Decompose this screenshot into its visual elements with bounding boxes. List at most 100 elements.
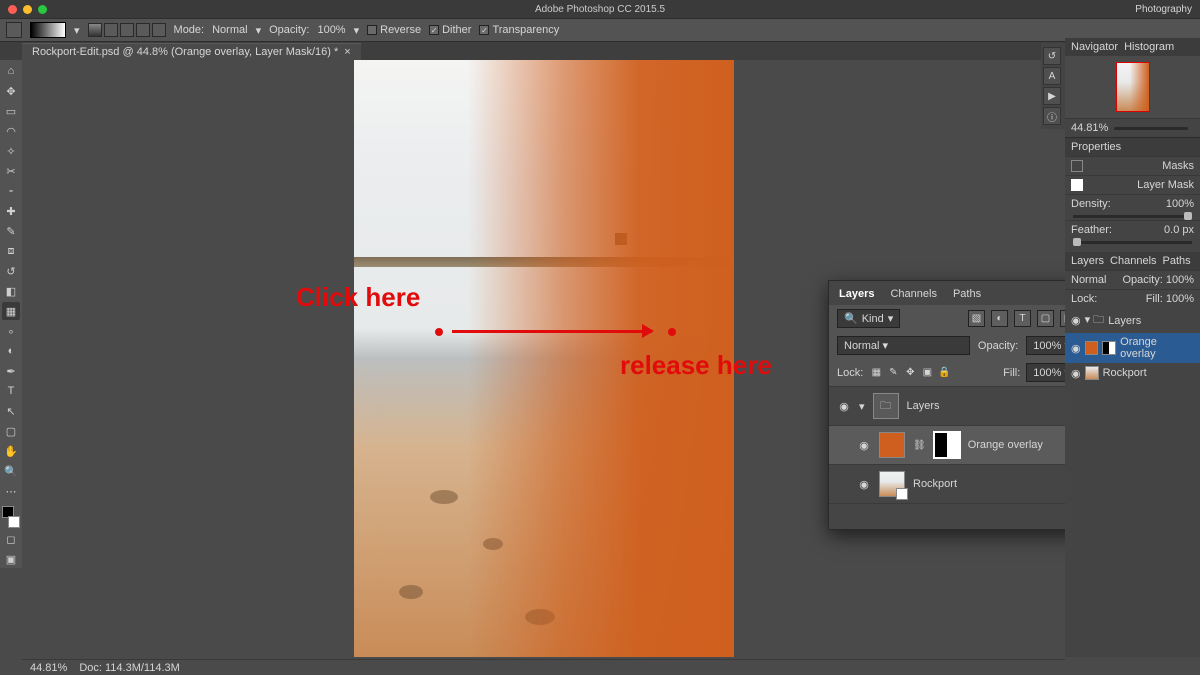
workspace-switcher[interactable]: Photography (1135, 4, 1192, 15)
lock-image-icon[interactable]: ✎ (886, 366, 900, 380)
history-brush-tool-icon[interactable]: ↺ (2, 262, 20, 280)
tab-layers[interactable]: Layers (1071, 255, 1104, 267)
slider-handle[interactable] (1184, 212, 1192, 220)
actions-panel-icon[interactable]: ▶ (1043, 87, 1061, 105)
zoom-tool-icon[interactable]: 🔍 (2, 462, 20, 480)
lock-all-icon[interactable]: 🔒 (937, 366, 951, 380)
edit-toolbar-icon[interactable]: ⋯ (2, 482, 20, 500)
info-panel-icon[interactable]: ⓘ (1043, 107, 1061, 125)
layer-name[interactable]: Rockport (913, 478, 957, 490)
properties-section-header[interactable]: Properties (1065, 137, 1200, 156)
link-icon[interactable]: ⛓ (913, 440, 926, 451)
move-tool-icon[interactable]: ✥ (2, 82, 20, 100)
dodge-tool-icon[interactable]: ◐ (2, 342, 20, 360)
lock-transparent-icon[interactable]: ▦ (869, 366, 883, 380)
hand-tool-icon[interactable]: ✋ (2, 442, 20, 460)
mini-layer-row[interactable]: ◉Orange overlay (1065, 333, 1200, 363)
tab-navigator[interactable]: Navigator (1071, 41, 1118, 53)
filter-adjustment-icon[interactable]: ◐ (991, 310, 1008, 327)
gradient-preview[interactable] (30, 22, 66, 38)
quick-mask-icon[interactable]: ◻ (2, 530, 20, 548)
status-zoom[interactable]: 44.81% (30, 662, 67, 674)
shape-tool-icon[interactable]: ▢ (2, 422, 20, 440)
mini-fill-value[interactable]: 100% (1166, 293, 1194, 305)
filter-pixel-icon[interactable]: ▧ (968, 310, 985, 327)
lasso-tool-icon[interactable]: ◠ (2, 122, 20, 140)
zoom-slider[interactable] (1114, 127, 1188, 130)
background-color-swatch[interactable] (8, 516, 20, 528)
healing-brush-tool-icon[interactable]: ✚ (2, 202, 20, 220)
chevron-down-icon[interactable]: ▾ (74, 24, 80, 37)
layer-thumbnail[interactable] (879, 432, 905, 458)
home-icon[interactable]: ⌂ (2, 62, 20, 80)
type-panel-icon[interactable]: A (1043, 67, 1061, 85)
magic-wand-tool-icon[interactable]: ✧ (2, 142, 20, 160)
close-tab-icon[interactable]: × (344, 46, 350, 58)
blur-tool-icon[interactable]: ∘ (2, 322, 20, 340)
layer-mask-thumbnail[interactable] (934, 432, 960, 458)
filter-type-icon[interactable]: T (1014, 310, 1031, 327)
opacity-value[interactable]: 100% (317, 24, 345, 36)
chevron-down-icon[interactable]: ▾ (354, 24, 360, 37)
filter-shape-icon[interactable]: ▢ (1037, 310, 1054, 327)
radial-gradient-icon[interactable] (104, 23, 118, 37)
blend-mode-dropdown[interactable]: Normal ▾ (837, 336, 970, 355)
density-slider[interactable] (1073, 215, 1192, 218)
tab-paths[interactable]: Paths (953, 288, 981, 300)
foreground-background-colors[interactable] (0, 506, 22, 528)
mode-dropdown[interactable]: Normal (212, 24, 247, 36)
mini-blend-value[interactable]: Normal (1071, 274, 1106, 286)
document-tab[interactable]: Rockport-Edit.psd @ 44.8% (Orange overla… (22, 43, 361, 60)
visibility-toggle-icon[interactable]: ◉ (1071, 367, 1081, 380)
tab-channels[interactable]: Channels (890, 288, 936, 300)
eyedropper-tool-icon[interactable]: ⁃ (2, 182, 20, 200)
chevron-down-icon[interactable]: ▾ (859, 400, 865, 413)
layer-thumbnail[interactable] (879, 471, 905, 497)
visibility-toggle-icon[interactable]: ◉ (1071, 314, 1081, 327)
layer-row[interactable]: ◉ Rockport (829, 464, 1085, 503)
reverse-checkbox[interactable]: Reverse (367, 24, 421, 36)
navigator-zoom[interactable]: 44.81% (1071, 122, 1108, 134)
visibility-toggle-icon[interactable]: ◉ (837, 400, 851, 413)
layer-group-name[interactable]: Layers (907, 400, 940, 412)
path-selection-tool-icon[interactable]: ↖ (2, 402, 20, 420)
layer-name[interactable]: Orange overlay (968, 439, 1043, 451)
filter-kind-dropdown[interactable]: 🔍Kind ▾ (837, 309, 900, 328)
visibility-toggle-icon[interactable]: ◉ (857, 478, 871, 491)
crop-tool-icon[interactable]: ✂ (2, 162, 20, 180)
lock-artboard-icon[interactable]: ▣ (920, 366, 934, 380)
visibility-toggle-icon[interactable]: ◉ (1071, 342, 1081, 355)
diamond-gradient-icon[interactable] (152, 23, 166, 37)
linear-gradient-icon[interactable] (88, 23, 102, 37)
history-panel-icon[interactable]: ↺ (1043, 47, 1061, 65)
transparency-checkbox[interactable]: ✓Transparency (479, 24, 559, 36)
feather-slider[interactable] (1073, 241, 1192, 244)
screen-mode-icon[interactable]: ▣ (2, 550, 20, 568)
tab-layers[interactable]: Layers (839, 288, 874, 300)
type-tool-icon[interactable]: T (2, 382, 20, 400)
tool-preset-icon[interactable] (6, 22, 22, 38)
chevron-down-icon[interactable]: ▾ (256, 24, 262, 37)
eraser-tool-icon[interactable]: ◧ (2, 282, 20, 300)
visibility-toggle-icon[interactable]: ◉ (857, 439, 871, 452)
lock-position-icon[interactable]: ✥ (903, 366, 917, 380)
slider-handle[interactable] (1073, 238, 1081, 246)
dither-checkbox[interactable]: ✓Dither (429, 24, 471, 36)
layers-panel[interactable]: Layers Channels Paths 🔍Kind ▾ ▧ ◐ T ▢ ◫ … (828, 280, 1086, 530)
mini-layer-row[interactable]: ◉Rockport (1065, 363, 1200, 383)
mini-layer-group[interactable]: ◉ ▾ 🗀 Layers (1065, 308, 1200, 333)
feather-value[interactable]: 0.0 px (1164, 224, 1194, 236)
density-value[interactable]: 100% (1166, 198, 1194, 210)
marquee-tool-icon[interactable]: ▭ (2, 102, 20, 120)
mini-opacity-value[interactable]: 100% (1166, 274, 1194, 286)
tab-histogram[interactable]: Histogram (1124, 41, 1174, 53)
tab-channels[interactable]: Channels (1110, 255, 1156, 267)
navigator-preview[interactable] (1065, 56, 1200, 118)
gradient-tool-icon[interactable]: ▦ (2, 302, 20, 320)
reflected-gradient-icon[interactable] (136, 23, 150, 37)
layer-group[interactable]: ◉ ▾ 🗀 Layers (829, 386, 1085, 425)
tab-paths[interactable]: Paths (1163, 255, 1191, 267)
status-doc-info[interactable]: Doc: 114.3M/114.3M (79, 662, 179, 674)
stamp-tool-icon[interactable]: ⧈ (2, 242, 20, 260)
layer-row[interactable]: ◉ ⛓ Orange overlay (829, 425, 1085, 464)
